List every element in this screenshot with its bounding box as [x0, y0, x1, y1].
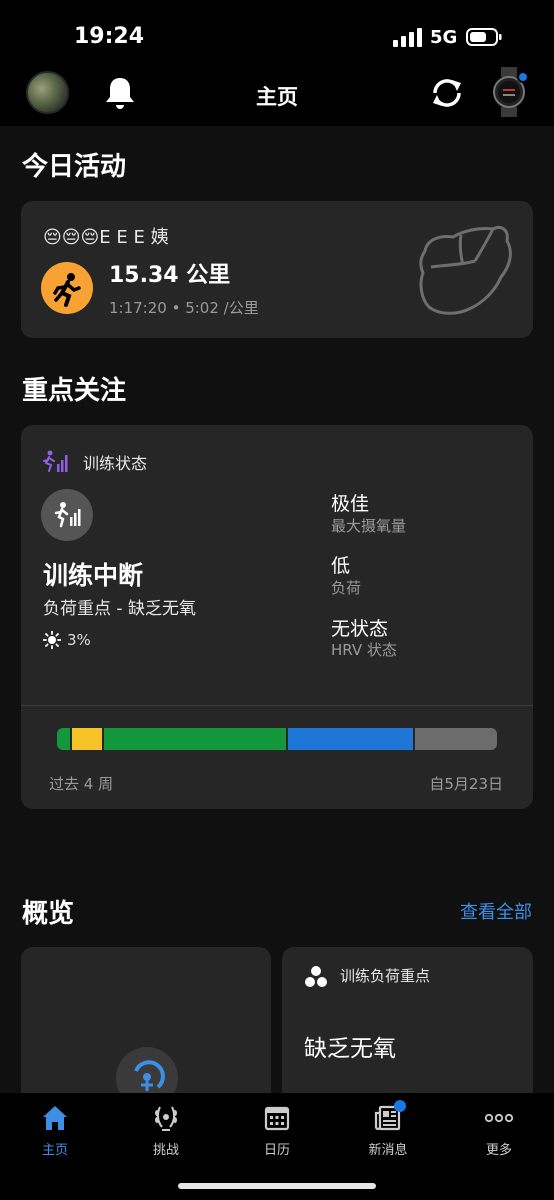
overview-tile-1[interactable] [21, 947, 271, 1117]
home-icon [43, 1106, 67, 1130]
nav-label-news: 新消息 [368, 1143, 408, 1158]
history-bar-segment [71, 728, 103, 750]
app-header: 主页 [0, 62, 554, 126]
training-status-icon [43, 450, 68, 472]
section-title-focus: 重点关注 [22, 376, 127, 406]
training-status-card[interactable]: 训练状态 训练中断 负荷重点 - 缺乏无氧 3% 极佳 最大摄氧量 低 负荷 无… [21, 425, 533, 809]
detraining-icon [41, 489, 93, 541]
nav-item-calendar[interactable]: 日历 [237, 1103, 317, 1163]
home-indicator [178, 1183, 376, 1189]
activity-meta: 1:17:20 • 5:02 /公里 [109, 299, 259, 317]
see-all-link[interactable]: 查看全部 [460, 898, 532, 924]
nav-item-news[interactable]: 新消息 [348, 1103, 428, 1163]
nav-label-calendar: 日历 [263, 1143, 290, 1158]
nav-label-home: 主页 [41, 1143, 68, 1158]
training-history-bar [57, 728, 497, 750]
metric-hrv-value: 无状态 [331, 618, 389, 640]
status-bar: 19:24 5G [0, 0, 554, 62]
history-bar-segment [414, 728, 497, 750]
notification-dot [517, 71, 529, 83]
section-title-overview: 概览 [22, 899, 75, 929]
nav-item-challenges[interactable]: 挑战 [126, 1103, 206, 1163]
load-focus-label: 训练负荷重点 [340, 967, 431, 985]
metric-load-label: 负荷 [331, 579, 362, 597]
news-notification-dot [394, 1100, 406, 1112]
metric-hrv-label: HRV 状态 [331, 641, 397, 659]
training-status-label: 训练状态 [83, 454, 148, 473]
signal-icon [393, 28, 422, 47]
laurel-icon [155, 1106, 177, 1131]
training-subtitle: 负荷重点 - 缺乏无氧 [43, 599, 196, 619]
activity-name: 😔😔😔E E E 姨 [43, 227, 169, 248]
nav-item-more[interactable]: 更多 [459, 1103, 539, 1163]
metric-vo2max-label: 最大摄氧量 [331, 517, 407, 535]
activity-card[interactable]: 😔😔😔E E E 姨 15.34 公里 1:17:20 • 5:02 /公里 [21, 201, 533, 338]
sun-icon [43, 631, 61, 649]
battery-icon [466, 28, 502, 46]
history-since-label: 自5月23日 [429, 775, 503, 793]
more-icon [484, 1113, 514, 1123]
sync-icon[interactable] [428, 74, 466, 112]
history-bar-segment [287, 728, 413, 750]
history-range-label: 过去 4 周 [49, 775, 114, 793]
activity-distance: 15.34 公里 [109, 263, 231, 288]
training-percent: 3% [67, 631, 91, 649]
divider [21, 705, 533, 706]
nav-label-more: 更多 [485, 1143, 512, 1158]
history-bar-segment [104, 728, 286, 750]
route-map [419, 226, 512, 315]
metric-load-value: 低 [331, 555, 351, 577]
network-type: 5G [430, 27, 458, 48]
calendar-icon [264, 1106, 290, 1131]
training-state: 训练中断 [43, 561, 144, 590]
overview-tile-load-focus[interactable]: 训练负荷重点 缺乏无氧 [282, 947, 533, 1117]
section-title-today: 今日活动 [22, 152, 127, 182]
running-icon [41, 262, 93, 314]
page-title: 主页 [256, 85, 298, 109]
nav-item-home[interactable]: 主页 [15, 1103, 95, 1163]
metric-vo2max-value: 极佳 [331, 493, 370, 515]
history-bar-segment [57, 728, 70, 750]
load-focus-icon [305, 966, 327, 987]
status-time: 19:24 [74, 24, 145, 49]
load-focus-value: 缺乏无氧 [304, 1036, 396, 1062]
nav-label-challenges: 挑战 [152, 1143, 179, 1158]
